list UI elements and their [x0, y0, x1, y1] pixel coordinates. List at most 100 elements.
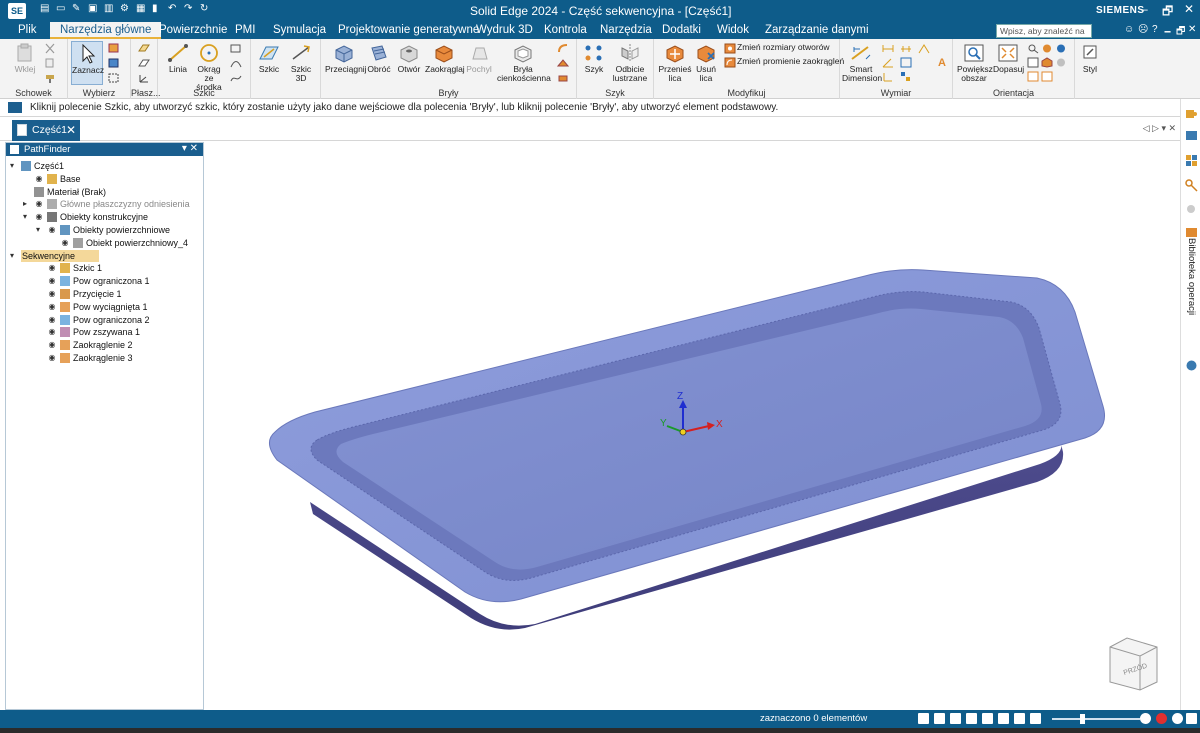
- close-button[interactable]: ✕: [1184, 2, 1194, 16]
- tree-twisty-icon[interactable]: ▾: [10, 160, 18, 172]
- close-document-icon[interactable]: ✕: [66, 123, 76, 137]
- fit-status-icon[interactable]: [950, 713, 961, 724]
- paste-button[interactable]: Wklej: [12, 43, 38, 74]
- format-painter-icon[interactable]: [44, 73, 56, 84]
- rectangle-icon[interactable]: [230, 43, 242, 54]
- zoom-area-status-icon[interactable]: [918, 713, 929, 724]
- search-input[interactable]: Wpisz, aby znaleźć na: [996, 24, 1092, 38]
- pattern-button[interactable]: Szyk: [581, 43, 607, 74]
- help-icon[interactable]: ?: [1152, 24, 1158, 35]
- select-dashed-icon[interactable]: [108, 73, 120, 84]
- angle-dimension-icon[interactable]: [882, 57, 894, 68]
- sketch-button[interactable]: Szkic: [255, 43, 283, 74]
- tab-powierzchnie[interactable]: Powierzchnie: [159, 24, 227, 36]
- hole-button[interactable]: Otwór: [395, 43, 423, 74]
- move-faces-button[interactable]: Przenieś lica: [658, 43, 692, 83]
- pan-icon[interactable]: [1055, 43, 1067, 54]
- display-status-icon[interactable]: [1030, 713, 1041, 724]
- tab-symulacja[interactable]: Symulacja: [273, 24, 326, 36]
- smart-dimension-button[interactable]: Smart Dimension: [842, 43, 882, 83]
- view-top-icon[interactable]: [1027, 71, 1039, 82]
- tab-zarzadzanie-danymi[interactable]: Zarządzanie danymi: [765, 24, 869, 36]
- record-icon[interactable]: [1156, 713, 1167, 724]
- layers-icon[interactable]: [1185, 203, 1198, 216]
- puzzle-icon[interactable]: [1185, 107, 1198, 120]
- visibility-eye-icon[interactable]: ◉: [47, 352, 57, 364]
- model-canvas[interactable]: Z X Y PRZÓD: [205, 142, 1180, 710]
- delete-faces-button[interactable]: Usuń lica: [692, 43, 720, 83]
- visibility-eye-icon[interactable]: ◉: [47, 275, 57, 287]
- frown-icon[interactable]: ☹: [1138, 24, 1148, 35]
- visibility-eye-icon[interactable]: ◉: [47, 326, 57, 338]
- select-filter-icon[interactable]: [108, 43, 120, 54]
- sphere-view-icon[interactable]: [1055, 57, 1067, 68]
- copy-icon[interactable]: [44, 58, 56, 69]
- maximize-button[interactable]: 🗗: [1162, 2, 1173, 23]
- view-icon[interactable]: [1185, 129, 1198, 142]
- coordinate-system-icon[interactable]: [138, 73, 150, 84]
- tab-navigation[interactable]: ◁ ▷ ▾ ✕: [1143, 123, 1176, 134]
- loft-icon[interactable]: [557, 58, 569, 69]
- prompt-keyboard-icon[interactable]: [8, 102, 22, 113]
- arc-icon[interactable]: [230, 58, 242, 69]
- draft-button[interactable]: Pochyl: [465, 43, 493, 74]
- graphics-viewport[interactable]: Z X Y PRZÓD: [205, 142, 1180, 710]
- redo-icon[interactable]: ↷: [184, 3, 194, 15]
- sweep-icon[interactable]: [557, 43, 569, 54]
- print-icon[interactable]: ▦: [136, 3, 146, 15]
- feature-library-label[interactable]: Biblioteka operacji: [1183, 238, 1197, 315]
- tab-narzedzia-glowne[interactable]: Narzędzia główne: [50, 22, 162, 39]
- resize-holes-icon[interactable]: [724, 43, 736, 54]
- stop-icon[interactable]: [1172, 713, 1183, 724]
- tab-plik[interactable]: Plik: [18, 24, 37, 36]
- minimize-button[interactable]: –: [1141, 2, 1148, 16]
- globe-icon[interactable]: [1185, 359, 1198, 372]
- zoom-slider-knob[interactable]: [1080, 714, 1085, 724]
- resize-holes-button[interactable]: Zmień rozmiary otworów: [737, 43, 830, 52]
- resize-rounds-icon[interactable]: [724, 57, 736, 68]
- view-front-icon[interactable]: [1027, 57, 1039, 68]
- zoom-icon[interactable]: [1027, 43, 1039, 54]
- curve-icon[interactable]: [230, 73, 242, 84]
- view-iso-icon[interactable]: [1041, 57, 1053, 68]
- chart-icon[interactable]: ▮: [152, 3, 162, 15]
- open-file-icon[interactable]: ▭: [56, 3, 66, 15]
- mirror-button[interactable]: Odbicie lustrzane: [611, 43, 649, 83]
- zoom-status-icon[interactable]: [934, 713, 945, 724]
- distance-dimension-icon[interactable]: [882, 43, 894, 54]
- visibility-eye-icon[interactable]: ◉: [34, 211, 44, 223]
- annotation-icon[interactable]: [918, 43, 930, 54]
- app-logo[interactable]: SE: [8, 3, 26, 19]
- tree-twisty-icon[interactable]: ▸: [23, 198, 31, 210]
- tree-twisty-icon[interactable]: ▾: [36, 224, 44, 236]
- tree-twisty-icon[interactable]: ▾: [10, 250, 18, 262]
- tab-projektowanie-generatywne[interactable]: Projektowanie generatywne: [338, 24, 479, 36]
- pan-status-icon[interactable]: [966, 713, 977, 724]
- resize-rounds-button[interactable]: Zmień promienie zaokrągleń: [737, 57, 844, 66]
- tab-wydruk-3d[interactable]: Wydruk 3D: [476, 24, 533, 36]
- visibility-eye-icon[interactable]: ◉: [47, 314, 57, 326]
- view-right-icon[interactable]: [1041, 71, 1053, 82]
- cut-icon[interactable]: [44, 43, 56, 54]
- settings-icon[interactable]: ⚙: [120, 3, 130, 15]
- tab-dodatki[interactable]: Dodatki: [662, 24, 701, 36]
- symmetric-dimension-icon[interactable]: [900, 57, 912, 68]
- extrude-button[interactable]: Przeciągnij: [325, 43, 367, 74]
- visibility-eye-icon[interactable]: ◉: [34, 198, 44, 210]
- document-tab-czesc1[interactable]: Część1 ✕: [12, 120, 80, 141]
- select-button[interactable]: Zaznacz: [71, 41, 104, 85]
- tab-narzedzia[interactable]: Narzędzia: [600, 24, 652, 36]
- circle-center-button[interactable]: Okrąg ze środka: [192, 43, 226, 92]
- dimension-grid-icon[interactable]: [900, 71, 912, 82]
- visibility-eye-icon[interactable]: ◉: [47, 262, 57, 274]
- line-button[interactable]: Linia: [164, 43, 192, 74]
- repeat-icon[interactable]: ↻: [200, 3, 210, 15]
- sketch-3d-button[interactable]: Szkic 3D: [287, 43, 315, 83]
- tab-widok[interactable]: Widok: [717, 24, 749, 36]
- key-icon[interactable]: [1185, 179, 1198, 192]
- thin-wall-button[interactable]: Bryła cienkościenna: [497, 43, 551, 83]
- rotate-status-icon[interactable]: [982, 713, 993, 724]
- chain-dimension-icon[interactable]: [900, 43, 912, 54]
- rotate-view-icon[interactable]: [1041, 43, 1053, 54]
- coordinate-dimension-icon[interactable]: [882, 71, 894, 82]
